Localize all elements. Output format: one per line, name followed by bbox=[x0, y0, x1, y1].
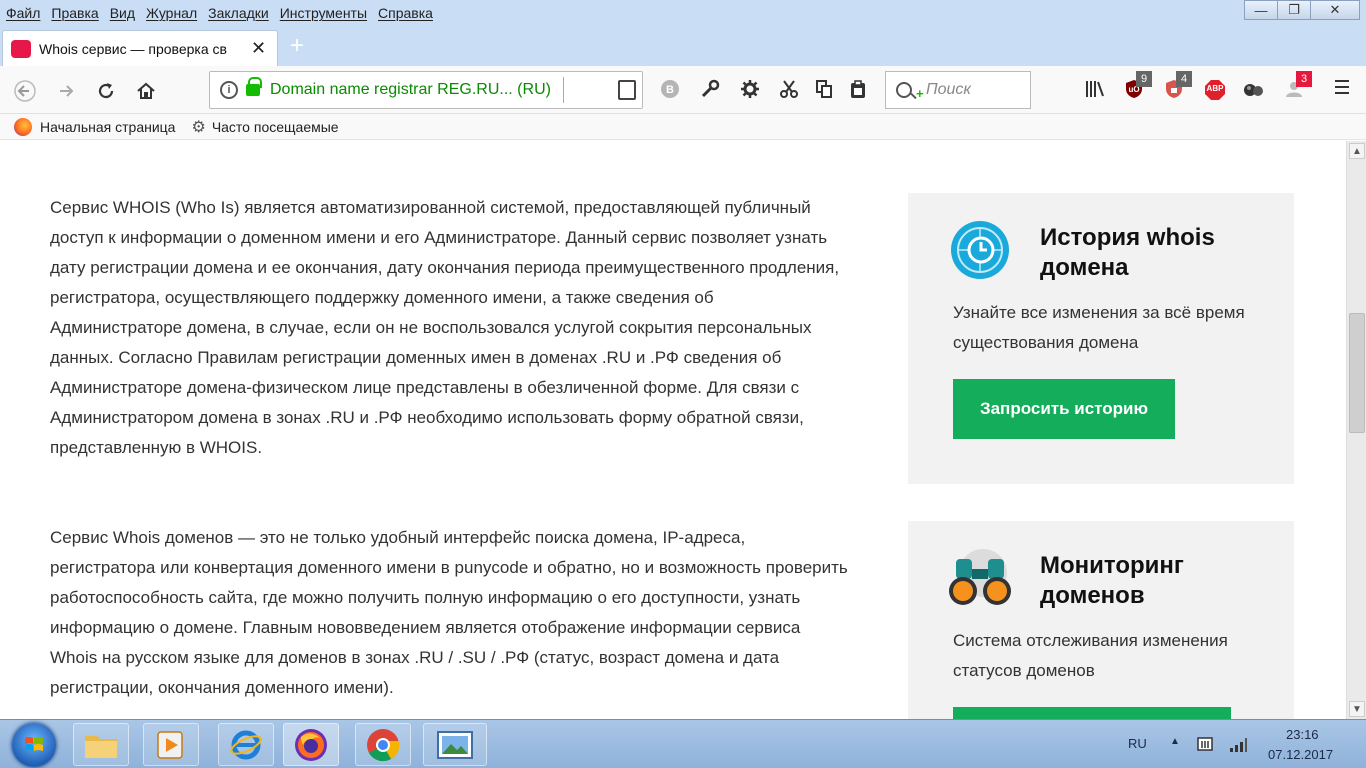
nav-bar: i Domain name registrar REG.RU... (RU) B… bbox=[0, 66, 1366, 114]
shield-badge: 4 bbox=[1176, 71, 1192, 87]
url-bar[interactable]: i Domain name registrar REG.RU... (RU) bbox=[209, 71, 643, 109]
domain-monitoring-card: Мониторинг доменов Система отслеживания … bbox=[908, 521, 1294, 719]
home-button[interactable] bbox=[131, 76, 161, 106]
whois-history-card: История whois домена Узнайте все изменен… bbox=[908, 193, 1294, 484]
wrench-icon[interactable] bbox=[698, 79, 722, 104]
lock-icon[interactable] bbox=[246, 77, 262, 96]
scroll-thumb[interactable] bbox=[1349, 313, 1365, 433]
chrome-icon bbox=[367, 728, 400, 761]
minimize-button[interactable]: — bbox=[1244, 0, 1278, 20]
firefox-app-icon bbox=[295, 728, 327, 761]
title-bar: Файл Правка Вид Журнал Закладки Инструме… bbox=[0, 0, 1366, 26]
clock-globe-icon bbox=[951, 221, 1009, 279]
search-engine-icon[interactable]: + bbox=[896, 82, 924, 101]
menu-tools[interactable]: Инструменты bbox=[280, 5, 367, 21]
regru-favicon-icon bbox=[11, 39, 31, 58]
whois-history-title: История whois домена bbox=[1040, 224, 1215, 281]
domain-monitoring-description: Система отслеживания изменения статусов … bbox=[953, 631, 1228, 680]
window-controls: — ❐ ✕ bbox=[1244, 0, 1360, 20]
ublock-icon[interactable]: uO 9 bbox=[1124, 71, 1152, 99]
shield-icon[interactable]: 4 bbox=[1164, 71, 1192, 99]
whois-description-paragraph: Сервис WHOIS (Who Is) является автоматиз… bbox=[50, 198, 840, 457]
copy-icon[interactable] bbox=[812, 79, 836, 104]
flag-notification-icon[interactable] bbox=[1196, 736, 1216, 754]
page-scrollbar[interactable]: ▲ ▼ bbox=[1346, 141, 1366, 719]
domain-monitoring-button[interactable] bbox=[953, 707, 1231, 719]
forward-arrow-icon bbox=[60, 85, 74, 97]
home-icon bbox=[137, 82, 155, 99]
photo-viewer-icon bbox=[437, 730, 473, 759]
hamburger-menu-icon[interactable] bbox=[1330, 79, 1354, 100]
paste-icon[interactable] bbox=[846, 79, 870, 104]
scroll-down-arrow-icon[interactable]: ▼ bbox=[1349, 701, 1365, 717]
reload-icon bbox=[98, 83, 114, 99]
settings-gear-icon[interactable] bbox=[738, 79, 762, 104]
url-text[interactable]: Domain name registrar REG.RU... (RU) bbox=[270, 81, 551, 99]
tray-date[interactable]: 07.12.2017 bbox=[1268, 747, 1333, 762]
tray-expand-icon[interactable]: ▲ bbox=[1170, 736, 1180, 747]
page-content: Сервис WHOIS (Who Is) является автоматиз… bbox=[0, 141, 1346, 719]
domain-monitoring-title: Мониторинг доменов bbox=[1040, 552, 1184, 609]
ghostery-icon[interactable] bbox=[1243, 79, 1263, 99]
library-icon[interactable] bbox=[1083, 79, 1107, 104]
cut-icon[interactable] bbox=[777, 79, 801, 104]
start-button[interactable] bbox=[12, 723, 56, 767]
info-icon[interactable]: i bbox=[220, 81, 238, 99]
notification-icon[interactable]: 3 bbox=[1284, 71, 1312, 99]
reload-button[interactable] bbox=[91, 76, 121, 106]
scroll-up-arrow-icon[interactable]: ▲ bbox=[1349, 143, 1365, 159]
menu-view[interactable]: Вид bbox=[110, 5, 135, 21]
adblock-label: ABP bbox=[1206, 84, 1224, 93]
search-bar[interactable]: + Поиск bbox=[885, 71, 1031, 109]
folder-icon bbox=[85, 735, 117, 758]
menu-history[interactable]: Журнал bbox=[146, 5, 197, 21]
adblock-icon[interactable]: ABP bbox=[1204, 79, 1225, 100]
b-extension-icon[interactable]: B bbox=[658, 79, 682, 104]
media-player-taskbar-item[interactable] bbox=[143, 723, 199, 766]
bookmarks-bar: Начальная страница ⚙ Часто посещаемые bbox=[0, 114, 1366, 140]
forward-button[interactable] bbox=[52, 76, 82, 106]
gear-icon: ⚙ bbox=[191, 118, 206, 136]
back-button[interactable] bbox=[10, 76, 40, 106]
menu-file[interactable]: Файл bbox=[6, 5, 40, 21]
explorer-taskbar-item[interactable] bbox=[73, 723, 129, 766]
taskbar: RU ▲ 23:16 07.12.2017 bbox=[0, 719, 1366, 768]
close-window-button[interactable]: ✕ bbox=[1310, 0, 1360, 20]
notification-badge: 3 bbox=[1296, 71, 1312, 87]
tab-close-icon[interactable]: ✕ bbox=[251, 38, 266, 59]
tray-language[interactable]: RU bbox=[1128, 736, 1147, 751]
chrome-taskbar-item[interactable] bbox=[355, 723, 411, 766]
new-tab-button[interactable]: + bbox=[290, 32, 304, 60]
tab-whois[interactable]: Whois сервис — проверка св ✕ bbox=[2, 30, 278, 66]
menu-bookmarks[interactable]: Закладки bbox=[208, 5, 269, 21]
ublock-badge: 9 bbox=[1136, 71, 1152, 87]
tray-time[interactable]: 23:16 bbox=[1286, 727, 1319, 742]
search-placeholder[interactable]: Поиск bbox=[926, 81, 971, 99]
ie-taskbar-item[interactable] bbox=[218, 723, 274, 766]
whois-history-description: Узнайте все изменения за всё время сущес… bbox=[953, 303, 1245, 352]
network-signal-icon[interactable] bbox=[1228, 737, 1248, 753]
internet-explorer-icon bbox=[230, 730, 262, 759]
bookmark-home[interactable]: Начальная страница bbox=[40, 119, 175, 135]
request-history-button[interactable]: Запросить историю bbox=[953, 379, 1175, 439]
back-arrow-icon bbox=[14, 80, 36, 102]
svg-text:B: B bbox=[666, 84, 674, 96]
reader-view-icon[interactable] bbox=[618, 80, 636, 100]
firefox-taskbar-item[interactable] bbox=[283, 723, 339, 766]
tab-strip: Whois сервис — проверка св ✕ + bbox=[0, 26, 1366, 66]
firefox-icon bbox=[14, 117, 32, 136]
tab-title: Whois сервис — проверка св bbox=[39, 40, 227, 57]
bookmark-frequent[interactable]: Часто посещаемые bbox=[212, 119, 339, 135]
restore-button[interactable]: ❐ bbox=[1277, 0, 1311, 20]
photo-viewer-taskbar-item[interactable] bbox=[423, 723, 487, 766]
url-divider bbox=[562, 77, 564, 103]
menu-edit[interactable]: Правка bbox=[51, 5, 98, 21]
menu-bar: Файл Правка Вид Журнал Закладки Инструме… bbox=[0, 0, 444, 26]
menu-help[interactable]: Справка bbox=[378, 5, 433, 21]
whois-features-paragraph: Сервис Whois доменов — это не только удо… bbox=[50, 528, 848, 697]
windows-logo-icon bbox=[25, 737, 43, 751]
binoculars-icon bbox=[949, 549, 1011, 605]
media-player-icon bbox=[157, 730, 183, 759]
search-icon bbox=[896, 82, 912, 98]
